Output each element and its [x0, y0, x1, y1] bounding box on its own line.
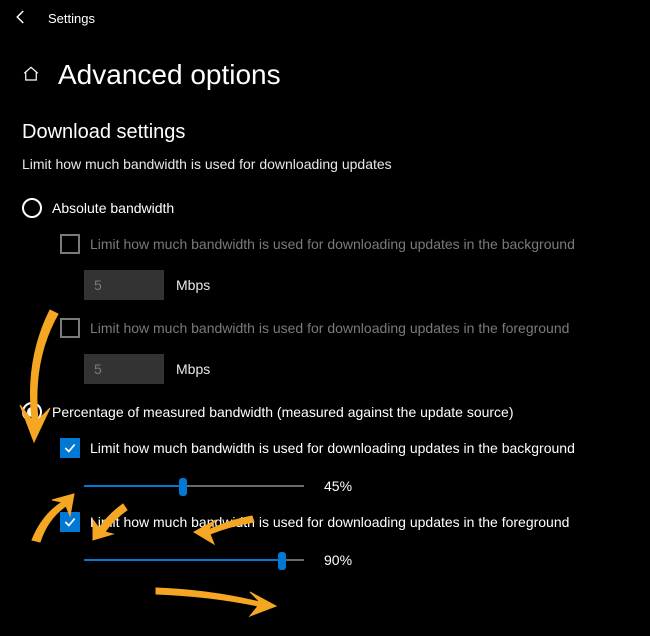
unit-label: Mbps: [176, 361, 210, 377]
radio-label: Percentage of measured bandwidth (measur…: [52, 404, 514, 420]
window-title: Settings: [48, 11, 95, 26]
checkbox-icon: [60, 234, 80, 254]
checkbox-percentage-foreground[interactable]: Limit how much bandwidth is used for dow…: [60, 512, 628, 532]
checkbox-absolute-background[interactable]: Limit how much bandwidth is used for dow…: [60, 234, 628, 254]
home-icon[interactable]: [22, 65, 40, 86]
checkbox-icon: [60, 318, 80, 338]
radio-percentage-bandwidth[interactable]: Percentage of measured bandwidth (measur…: [22, 402, 628, 422]
section-title: Download settings: [22, 121, 628, 144]
page-title: Advanced options: [58, 59, 281, 91]
checkbox-label: Limit how much bandwidth is used for dow…: [90, 514, 569, 530]
checkbox-icon: [60, 438, 80, 458]
slider-thumb[interactable]: [179, 478, 187, 496]
checkbox-absolute-foreground[interactable]: Limit how much bandwidth is used for dow…: [60, 318, 628, 338]
checkbox-icon: [60, 512, 80, 532]
checkbox-percentage-background[interactable]: Limit how much bandwidth is used for dow…: [60, 438, 628, 458]
unit-label: Mbps: [176, 277, 210, 293]
slider-thumb[interactable]: [278, 552, 286, 570]
slider-value-label: 45%: [324, 478, 364, 494]
absolute-background-input[interactable]: [84, 270, 164, 300]
radio-icon: [22, 198, 42, 218]
slider-fill: [84, 485, 183, 487]
slider-value-label: 90%: [324, 552, 364, 568]
slider-fill: [84, 559, 282, 561]
checkbox-label: Limit how much bandwidth is used for dow…: [90, 440, 575, 456]
slider-foreground-bandwidth[interactable]: [84, 548, 304, 572]
checkbox-label: Limit how much bandwidth is used for dow…: [90, 236, 575, 252]
radio-absolute-bandwidth[interactable]: Absolute bandwidth: [22, 198, 628, 218]
back-icon[interactable]: [12, 8, 30, 29]
annotation-arrow-icon: [150, 580, 280, 620]
checkbox-label: Limit how much bandwidth is used for dow…: [90, 320, 569, 336]
radio-icon: [22, 402, 42, 422]
absolute-foreground-input[interactable]: [84, 354, 164, 384]
section-description: Limit how much bandwidth is used for dow…: [22, 156, 628, 172]
slider-background-bandwidth[interactable]: [84, 474, 304, 498]
radio-label: Absolute bandwidth: [52, 200, 174, 216]
